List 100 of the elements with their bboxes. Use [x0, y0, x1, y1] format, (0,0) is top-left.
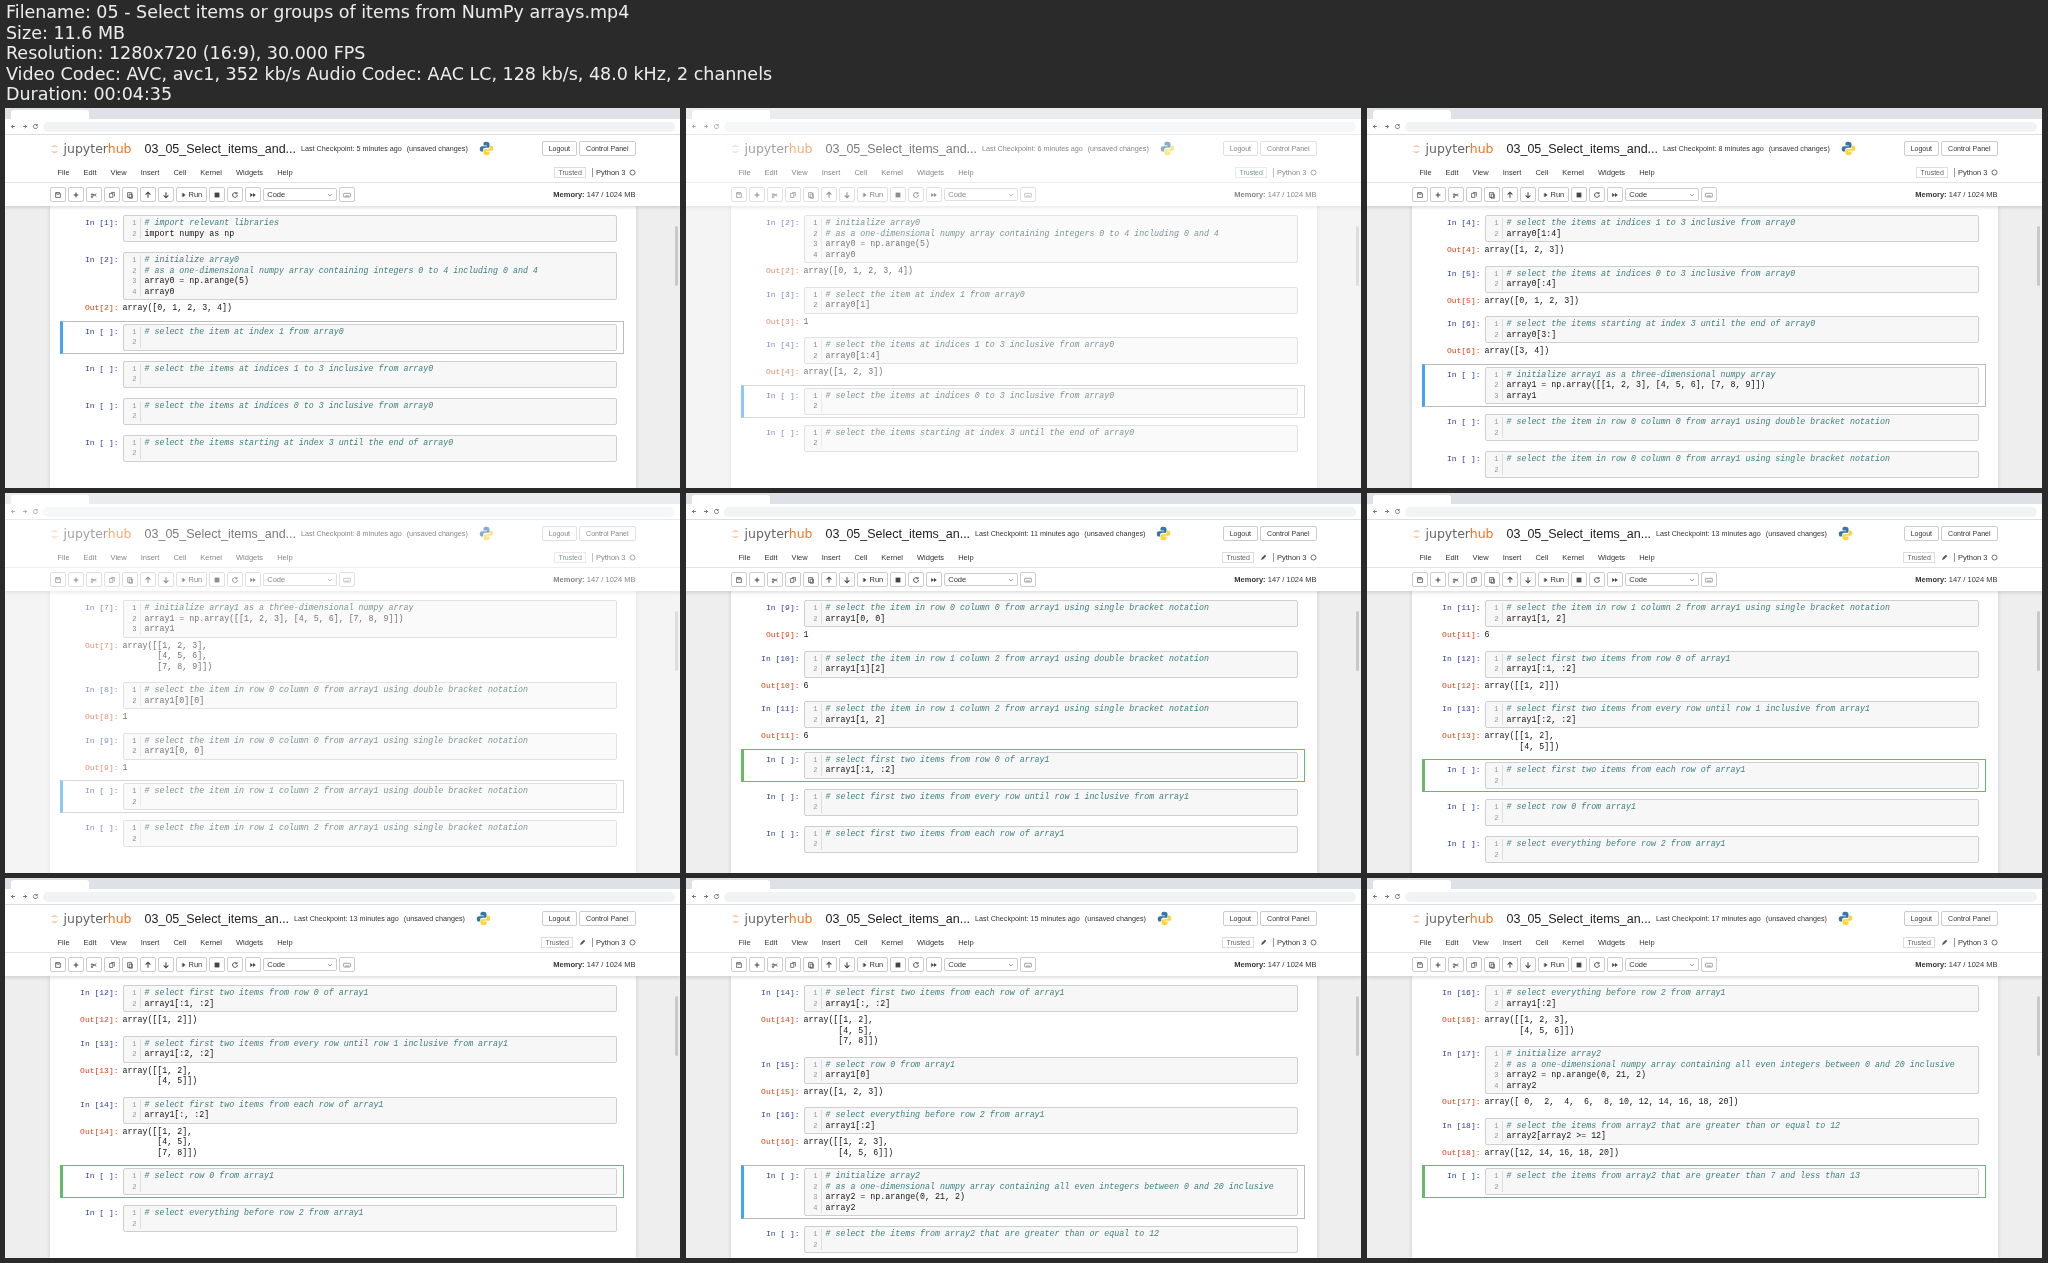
forward-icon[interactable] — [1383, 123, 1390, 130]
notebook-title[interactable]: 03_05_Select_items_an... — [144, 911, 290, 926]
paste-icon[interactable] — [1483, 957, 1500, 972]
copy-icon[interactable] — [1465, 187, 1482, 202]
plus-icon[interactable] — [748, 957, 765, 972]
back-icon[interactable] — [691, 893, 698, 900]
forward-icon[interactable] — [1383, 893, 1390, 900]
scissors-icon[interactable] — [766, 572, 783, 587]
up-icon[interactable] — [1501, 187, 1518, 202]
stop-icon[interactable] — [890, 572, 907, 587]
stop-icon[interactable] — [890, 957, 907, 972]
save-icon[interactable] — [49, 572, 66, 587]
save-icon[interactable] — [1411, 187, 1428, 202]
back-icon[interactable] — [10, 508, 17, 515]
stop-icon[interactable] — [209, 957, 226, 972]
paste-icon[interactable] — [121, 572, 138, 587]
restart-icon[interactable] — [1589, 187, 1606, 202]
fast-forward-icon[interactable] — [1607, 187, 1624, 202]
restart-icon[interactable] — [1589, 957, 1606, 972]
paste-icon[interactable] — [121, 957, 138, 972]
keyboard-icon[interactable] — [1020, 572, 1037, 587]
reload-icon[interactable] — [32, 123, 39, 130]
up-icon[interactable] — [820, 187, 837, 202]
down-icon[interactable] — [157, 572, 174, 587]
notebook-title[interactable]: 03_05_Select_items_an... — [825, 526, 971, 541]
restart-icon[interactable] — [227, 957, 244, 972]
reload-icon[interactable] — [713, 123, 720, 130]
back-icon[interactable] — [691, 123, 698, 130]
reload-icon[interactable] — [1394, 123, 1401, 130]
stop-icon[interactable] — [1571, 957, 1588, 972]
plus-icon[interactable] — [1429, 187, 1446, 202]
restart-icon[interactable] — [908, 957, 925, 972]
paste-icon[interactable] — [1483, 187, 1500, 202]
stop-icon[interactable] — [1571, 572, 1588, 587]
save-icon[interactable] — [730, 187, 747, 202]
notebook-title[interactable]: 03_05_Select_items_an... — [1506, 911, 1652, 926]
notebook-title[interactable]: 03_05_Select_items_and... — [825, 141, 978, 156]
forward-icon[interactable] — [21, 123, 28, 130]
keyboard-icon[interactable] — [1701, 187, 1718, 202]
save-icon[interactable] — [1411, 957, 1428, 972]
scissors-icon[interactable] — [1447, 572, 1464, 587]
copy-icon[interactable] — [784, 572, 801, 587]
notebook-title[interactable]: 03_05_Select_items_and... — [144, 526, 297, 541]
keyboard-icon[interactable] — [339, 957, 356, 972]
down-icon[interactable] — [1519, 572, 1536, 587]
back-icon[interactable] — [1372, 893, 1379, 900]
forward-icon[interactable] — [702, 508, 709, 515]
restart-icon[interactable] — [227, 572, 244, 587]
down-icon[interactable] — [157, 187, 174, 202]
paste-icon[interactable] — [802, 187, 819, 202]
notebook-title[interactable]: 03_05_Select_items_and... — [144, 141, 297, 156]
plus-icon[interactable] — [748, 572, 765, 587]
fast-forward-icon[interactable] — [1607, 957, 1624, 972]
copy-icon[interactable] — [103, 957, 120, 972]
restart-icon[interactable] — [908, 572, 925, 587]
reload-icon[interactable] — [32, 508, 39, 515]
forward-icon[interactable] — [702, 893, 709, 900]
save-icon[interactable] — [49, 957, 66, 972]
stop-icon[interactable] — [209, 187, 226, 202]
copy-icon[interactable] — [103, 572, 120, 587]
down-icon[interactable] — [838, 572, 855, 587]
fast-forward-icon[interactable] — [245, 187, 262, 202]
copy-icon[interactable] — [1465, 957, 1482, 972]
save-icon[interactable] — [1411, 572, 1428, 587]
plus-icon[interactable] — [67, 187, 84, 202]
forward-icon[interactable] — [1383, 508, 1390, 515]
back-icon[interactable] — [1372, 123, 1379, 130]
down-icon[interactable] — [1519, 957, 1536, 972]
copy-icon[interactable] — [784, 957, 801, 972]
keyboard-icon[interactable] — [339, 187, 356, 202]
keyboard-icon[interactable] — [1701, 957, 1718, 972]
scissors-icon[interactable] — [1447, 957, 1464, 972]
reload-icon[interactable] — [32, 893, 39, 900]
up-icon[interactable] — [820, 957, 837, 972]
paste-icon[interactable] — [802, 572, 819, 587]
fast-forward-icon[interactable] — [1607, 572, 1624, 587]
copy-icon[interactable] — [1465, 572, 1482, 587]
down-icon[interactable] — [838, 957, 855, 972]
save-icon[interactable] — [730, 957, 747, 972]
fast-forward-icon[interactable] — [245, 957, 262, 972]
fast-forward-icon[interactable] — [926, 957, 943, 972]
fast-forward-icon[interactable] — [926, 572, 943, 587]
paste-icon[interactable] — [121, 187, 138, 202]
scissors-icon[interactable] — [85, 957, 102, 972]
restart-icon[interactable] — [1589, 572, 1606, 587]
forward-icon[interactable] — [21, 508, 28, 515]
scissors-icon[interactable] — [766, 957, 783, 972]
scissors-icon[interactable] — [85, 187, 102, 202]
notebook-title[interactable]: 03_05_Select_items_an... — [1506, 526, 1652, 541]
reload-icon[interactable] — [1394, 508, 1401, 515]
down-icon[interactable] — [157, 957, 174, 972]
plus-icon[interactable] — [1429, 957, 1446, 972]
up-icon[interactable] — [139, 187, 156, 202]
back-icon[interactable] — [1372, 508, 1379, 515]
copy-icon[interactable] — [784, 187, 801, 202]
up-icon[interactable] — [139, 572, 156, 587]
save-icon[interactable] — [730, 572, 747, 587]
save-icon[interactable] — [49, 187, 66, 202]
forward-icon[interactable] — [702, 123, 709, 130]
copy-icon[interactable] — [103, 187, 120, 202]
